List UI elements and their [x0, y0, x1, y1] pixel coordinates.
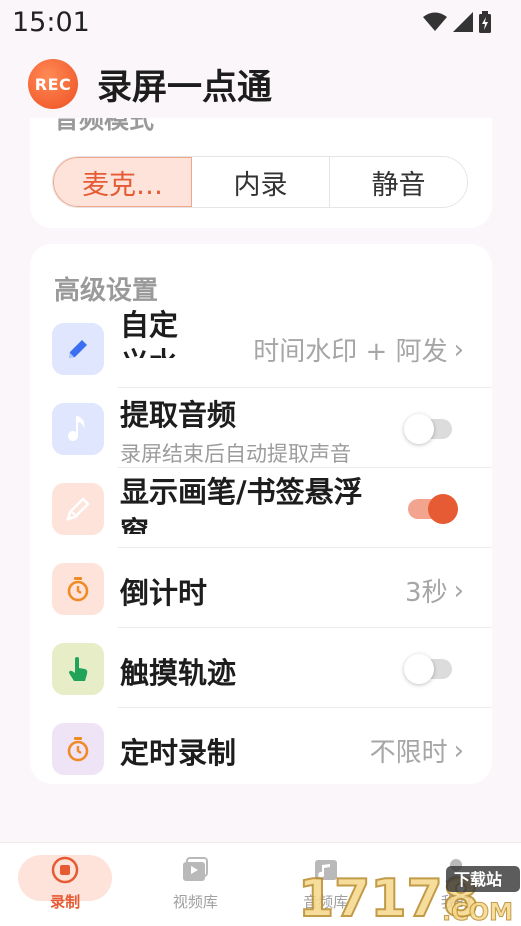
app-header: REC 录屏一点通	[0, 52, 521, 116]
chevron-right-icon: ›	[453, 334, 464, 365]
divider	[118, 467, 492, 468]
battery-icon	[479, 11, 491, 33]
music-note-icon	[52, 403, 104, 455]
alarm-clock-icon	[52, 723, 104, 775]
setting-label-extract-audio: 提取音频	[120, 398, 237, 432]
setting-row-touch-track[interactable]: 触摸轨迹	[30, 630, 492, 708]
setting-row-floating-brush[interactable]: 显示画笔/书签悬浮窗	[30, 470, 492, 548]
divider	[118, 627, 492, 628]
record-icon	[51, 856, 79, 884]
audio-mode-card: 音频模式 麦克… 内录 静音	[30, 118, 492, 228]
toggle-knob	[404, 654, 434, 684]
setting-value-countdown: 3秒 ›	[405, 572, 464, 609]
setting-value-text: 时间水印 + 阿发	[253, 337, 448, 367]
wifi-icon	[423, 12, 447, 31]
setting-label-countdown: 倒计时	[120, 576, 208, 610]
divider	[118, 547, 492, 548]
settings-scroll-area[interactable]: 音频模式 麦克… 内录 静音 高级设置 自定义水印 时间水印 + 阿发 › 提	[0, 118, 521, 840]
setting-row-countdown[interactable]: 倒计时 3秒 ›	[30, 550, 492, 628]
audio-mode-option-internal[interactable]: 内录	[192, 157, 330, 207]
nav-tab-video-library[interactable]: 视频库	[130, 843, 260, 926]
audio-mode-title: 音频模式	[54, 118, 155, 134]
site-watermark: 17178 下载站 .COM	[296, 860, 521, 926]
divider	[118, 707, 492, 708]
app-title: 录屏一点通	[97, 67, 273, 108]
signal-icon	[453, 12, 473, 32]
chevron-right-icon: ›	[453, 575, 464, 606]
toggle-knob	[428, 494, 458, 524]
floating-brush-toggle[interactable]	[408, 494, 458, 524]
nav-label-record: 录制	[50, 893, 81, 911]
advanced-settings-title: 高级设置	[54, 276, 159, 306]
timer-icon	[52, 563, 104, 615]
setting-label-custom-watermark: 自定义水印	[120, 308, 179, 358]
video-library-icon	[183, 857, 209, 881]
watermark-com-text: .COM	[442, 898, 513, 926]
toggle-knob	[404, 414, 434, 444]
watermark-tag-text: 下载站	[454, 870, 502, 889]
audio-mode-option-mic[interactable]: 麦克…	[53, 157, 192, 207]
touch-hand-icon	[52, 643, 104, 695]
advanced-settings-card: 高级设置 自定义水印 时间水印 + 阿发 › 提取音频 录屏结束后自动提取声音	[30, 244, 492, 784]
setting-value-scheduled-recording: 不限时 ›	[370, 732, 464, 769]
status-icons	[423, 11, 491, 33]
divider	[118, 387, 492, 388]
setting-row-custom-watermark[interactable]: 自定义水印 时间水印 + 阿发 ›	[30, 308, 492, 388]
app-logo: REC	[28, 59, 78, 109]
audio-mode-segmented-control: 麦克… 内录 静音	[52, 156, 468, 208]
setting-label-touch-track: 触摸轨迹	[120, 656, 237, 690]
setting-value-text: 不限时	[369, 738, 448, 768]
extract-audio-toggle[interactable]	[404, 414, 452, 444]
setting-value-text: 3秒	[405, 578, 448, 608]
status-time: 15:01	[12, 6, 90, 38]
status-bar: 15:01	[0, 0, 521, 44]
pencil-icon	[52, 323, 104, 375]
setting-value-custom-watermark: 时间水印 + 阿发 ›	[253, 331, 464, 368]
brush-icon	[52, 483, 104, 535]
audio-mode-option-mute[interactable]: 静音	[330, 157, 467, 207]
setting-label-floating-brush: 显示画笔/书签悬浮窗	[120, 475, 363, 534]
setting-row-extract-audio[interactable]: 提取音频 录屏结束后自动提取声音	[30, 390, 492, 468]
setting-label-scheduled-recording: 定时录制	[120, 736, 237, 770]
setting-sublabel-extract-audio: 录屏结束后自动提取声音	[120, 442, 351, 466]
nav-tab-record[interactable]: 录制	[0, 843, 130, 926]
touch-track-toggle[interactable]	[404, 654, 452, 684]
app-logo-text: REC	[34, 74, 72, 94]
nav-label-video-library: 视频库	[172, 893, 218, 911]
chevron-right-icon: ›	[453, 735, 464, 766]
setting-row-scheduled-recording[interactable]: 定时录制 不限时 ›	[30, 710, 492, 788]
